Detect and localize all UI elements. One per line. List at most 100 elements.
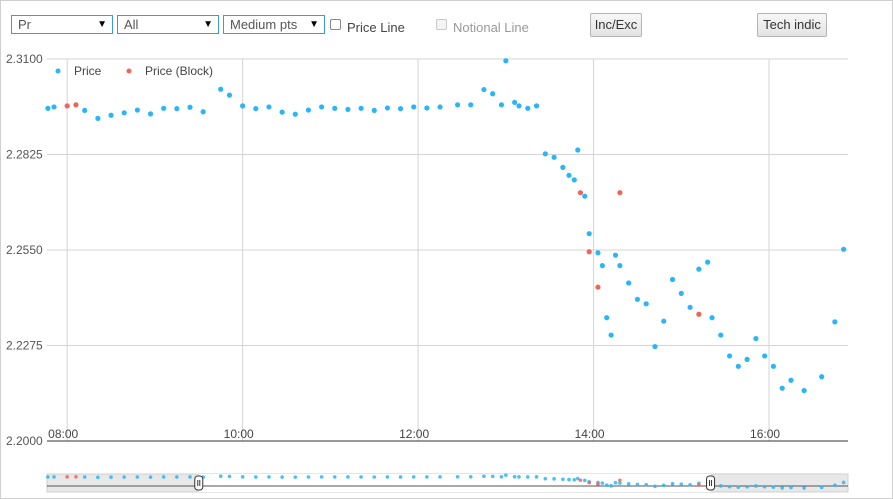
range-navigator[interactable] (46, 473, 849, 493)
block-price-point (73, 102, 79, 108)
y-tick-label: 2.2275 (6, 339, 43, 353)
navigator-price-point (670, 481, 675, 486)
price-point (516, 103, 522, 109)
navigator-price-point (572, 477, 577, 482)
navigator-price-point (771, 485, 776, 489)
navigator-price-point (635, 482, 640, 487)
price-point (696, 266, 702, 272)
navigator-price-point (46, 475, 50, 479)
price-point (626, 280, 632, 286)
navigator-block-point (65, 475, 69, 479)
price-point (669, 276, 676, 283)
navigator-price-point (411, 475, 416, 479)
navigator-price-point (613, 480, 618, 485)
navigator-price-point (780, 486, 785, 490)
price-point (617, 263, 623, 269)
navigator-price-point (332, 475, 337, 479)
price-point (371, 107, 377, 113)
price-point (512, 99, 518, 106)
price-point (424, 105, 430, 111)
grid-lines (47, 58, 848, 441)
price-point (345, 106, 351, 112)
navigator-right-handle[interactable] (706, 475, 716, 491)
price-point (599, 263, 605, 269)
price-point (661, 318, 667, 324)
price-point (240, 103, 246, 109)
price-point (726, 353, 733, 359)
price-point (551, 154, 557, 160)
price-point (397, 106, 404, 112)
price-point (744, 356, 750, 362)
price-point (147, 111, 154, 117)
price-point (575, 147, 581, 153)
price-point (608, 332, 614, 338)
legend-price-label: Price (74, 64, 102, 78)
navigator-price-point (802, 486, 806, 490)
price-point (200, 109, 206, 115)
price-point (533, 103, 540, 109)
price-point (292, 111, 298, 117)
navigator-price-point (644, 482, 649, 487)
navigator-price-point (148, 475, 153, 479)
navigator-price-point (583, 478, 587, 483)
price-point (779, 385, 785, 391)
price-point (705, 259, 711, 265)
navigator-price-point (499, 475, 504, 479)
navigator-price-point (306, 475, 311, 479)
price-point (121, 110, 127, 116)
price-point (358, 105, 364, 111)
navigator-price-point (240, 475, 245, 479)
price-point (468, 102, 474, 108)
x-tick-label: 12:00 (399, 427, 429, 441)
price-point (411, 104, 417, 110)
price-point (560, 164, 566, 170)
x-tick-label: 10:00 (224, 427, 254, 441)
price-point (542, 151, 548, 157)
y-tick-label: 2.2550 (6, 243, 43, 257)
navigator-price-point (468, 475, 473, 479)
legend: Price Price (Block) (55, 64, 213, 78)
price-point (45, 105, 51, 111)
y-tick-label: 2.2000 (6, 434, 43, 448)
legend-block-marker (126, 68, 132, 74)
price-point (174, 106, 180, 112)
data-points (45, 58, 847, 394)
navigator-block-point (578, 478, 583, 483)
price-point (384, 105, 391, 111)
price-point (319, 104, 325, 110)
navigator-selected-range[interactable] (198, 474, 711, 492)
navigator-price-point (82, 475, 87, 479)
navigator-block-point (587, 480, 591, 485)
price-point (788, 377, 794, 383)
price-point (832, 319, 838, 325)
price-point (643, 301, 649, 307)
navigator-price-point (567, 477, 571, 482)
navigator-price-point (398, 475, 403, 479)
price-point (566, 172, 572, 178)
navigator-price-point (385, 475, 390, 479)
y-tick-label: 2.2825 (6, 148, 43, 162)
navigator-price-point (359, 475, 363, 479)
price-point (586, 231, 592, 237)
navigator-block-point (697, 483, 701, 487)
block-price-point (595, 284, 601, 290)
price-point (490, 91, 496, 97)
navigator-price-point (754, 484, 758, 488)
navigator-price-point (543, 476, 548, 481)
navigator-price-point (96, 475, 100, 480)
navigator-price-point (661, 483, 666, 488)
navigator-price-point (762, 484, 767, 489)
price-point (332, 105, 338, 111)
navigator-price-point (52, 475, 56, 479)
block-price-point (617, 190, 623, 196)
price-point (709, 315, 715, 321)
x-tick-label: 08:00 (48, 427, 78, 441)
navigator-price-point (688, 482, 692, 487)
navigator-price-point (679, 482, 684, 487)
price-point (498, 102, 505, 108)
navigator-left-handle[interactable] (194, 475, 204, 491)
price-point (437, 104, 443, 110)
navigator-price-point (525, 475, 530, 479)
block-price-point (586, 249, 592, 255)
navigator-price-point (512, 474, 517, 479)
